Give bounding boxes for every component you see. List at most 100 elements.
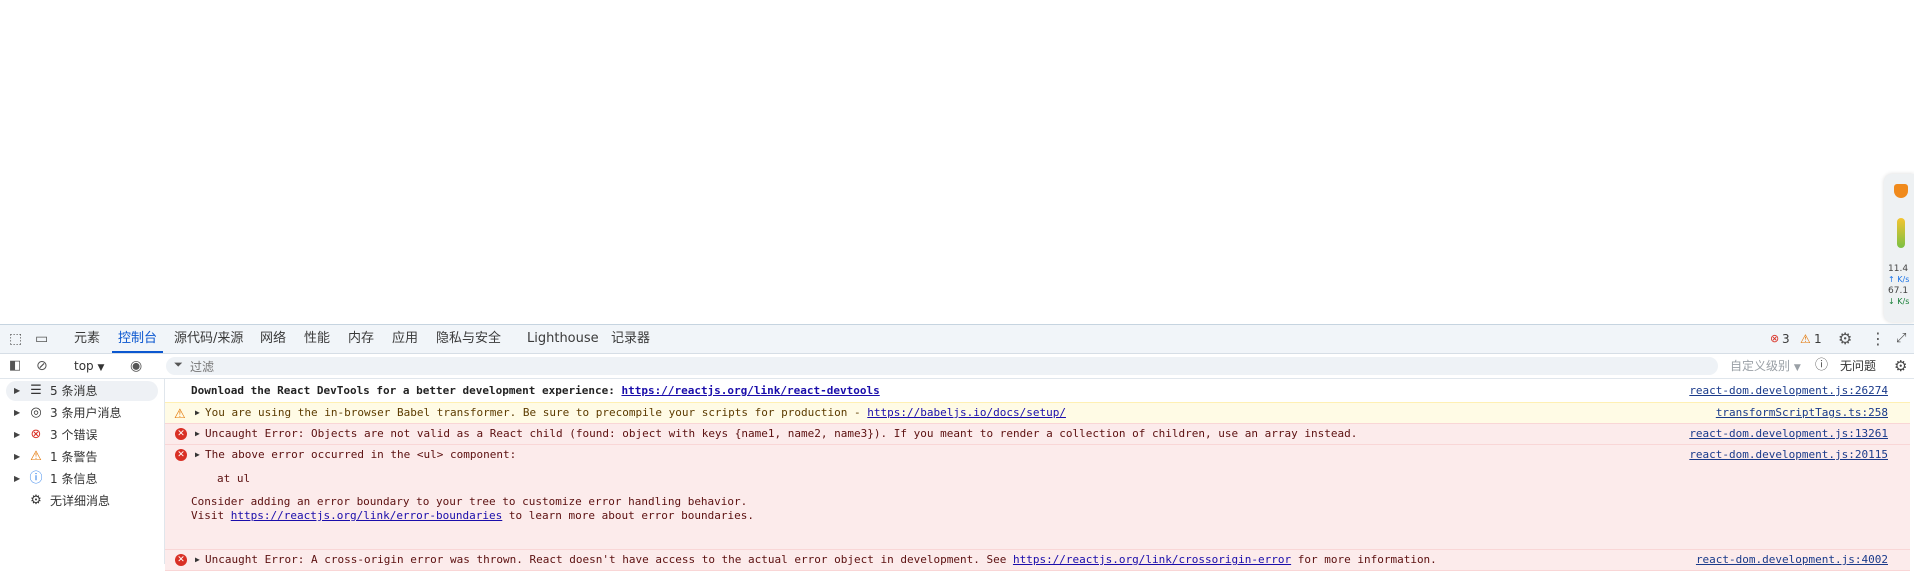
tab-recorder[interactable]: 记录器 (611, 325, 650, 353)
error-boundary-hint: Consider adding an error boundary to you… (191, 495, 748, 508)
chevron-down-icon: ▼ (97, 363, 105, 373)
device-toolbar-icon[interactable]: ▭ (35, 325, 48, 353)
issues-button[interactable]: 无问题 (1840, 354, 1876, 378)
error-icon: ✕ (175, 428, 187, 440)
bug-icon: ⚙ (30, 493, 42, 508)
expand-arrow-icon: ▶ (14, 452, 21, 461)
sidebar-item-label: 5 条消息 (50, 384, 98, 398)
sidebar-item-info[interactable]: ▶ ⓘ 1 条信息 (6, 469, 158, 489)
source-link[interactable]: react-dom.development.js:13261 (1689, 424, 1888, 444)
tab-performance[interactable]: 性能 (304, 325, 330, 353)
console-settings-gear-icon[interactable]: ⚙ (1894, 354, 1907, 378)
console-message-error: ✕ ▶ The above error occurred in the <ul>… (165, 444, 1910, 550)
tab-elements[interactable]: 元素 (74, 325, 100, 353)
expand-arrow-icon: ▶ (14, 386, 21, 395)
sidebar-toggle-icon[interactable]: ◧ (9, 354, 21, 378)
source-link[interactable]: react-dom.development.js:26274 (1689, 381, 1888, 401)
log-levels-label: 自定义级别 (1730, 359, 1791, 373)
list-icon: ☰ (30, 383, 42, 398)
warning-count[interactable]: 1 (1814, 325, 1822, 353)
tab-lighthouse[interactable]: Lighthouse (527, 325, 599, 353)
context-label: top (74, 359, 94, 373)
filter-funnel-icon: ⏷ (174, 358, 183, 371)
tab-console[interactable]: 控制台 (111, 325, 164, 353)
sidebar-item-errors[interactable]: ▶ ⊗ 3 个错误 (6, 425, 158, 445)
message-text: You are using the in-browser Babel trans… (205, 403, 1066, 423)
page-content-area (0, 0, 1914, 324)
warning-count-icon[interactable]: ⚠ (1800, 325, 1811, 353)
filter-input[interactable] (188, 358, 1692, 376)
error-boundaries-link[interactable]: https://reactjs.org/link/error-boundarie… (231, 509, 503, 522)
sidebar-item-user-messages[interactable]: ▶ ◎ 3 条用户消息 (6, 403, 158, 423)
sidebar-item-label: 无详细消息 (50, 494, 111, 508)
stack-trace-line: at ul (217, 472, 251, 485)
message-text-part: Download the React DevTools for a better… (191, 384, 622, 397)
clear-console-icon[interactable]: ⊘ (36, 354, 48, 378)
chevron-down-icon: ▼ (1793, 363, 1801, 373)
message-text-part: to learn more about error boundaries. (502, 509, 754, 522)
sidebar-item-warnings[interactable]: ▶ ⚠ 1 条警告 (6, 447, 158, 467)
expand-arrow-icon: ▶ (14, 408, 21, 417)
network-speed-widget[interactable]: 11.4 ↑ K/s 67.1 ↓ K/s (1884, 174, 1914, 322)
source-link[interactable]: react-dom.development.js:4002 (1696, 550, 1888, 570)
console-message-log: Download the React DevTools for a better… (165, 381, 1910, 401)
message-text-part: Uncaught Error: A cross-origin error was… (205, 553, 1013, 566)
upload-unit: ↑ K/s (1888, 275, 1910, 284)
sidebar-item-label: 3 个错误 (50, 428, 98, 442)
devtools-panel: ⬚ ▭ 元素 控制台 源代码/来源 网络 性能 内存 应用 隐私与安全 Ligh… (0, 324, 1914, 571)
sidebar-item-messages[interactable]: ▶ ☰ 5 条消息 (6, 381, 158, 401)
error-icon: ✕ (175, 449, 187, 461)
console-message-error: ✕ ▶ Uncaught Error: Objects are not vali… (165, 423, 1910, 445)
sidebar-item-label: 1 条信息 (50, 472, 98, 486)
warning-icon: ⚠ (30, 449, 42, 464)
tab-network[interactable]: 网络 (260, 325, 286, 353)
tab-application[interactable]: 应用 (392, 325, 418, 353)
source-link[interactable]: transformScriptTags.ts:258 (1716, 403, 1888, 423)
live-expression-eye-icon[interactable]: ◉ (130, 354, 142, 378)
tab-sources[interactable]: 源代码/来源 (174, 325, 243, 353)
expand-arrow-icon[interactable]: ▶ (195, 550, 200, 570)
download-unit: ↓ K/s (1888, 297, 1910, 306)
console-filterbar: ◧ ⊘ top ▼ ◉ ⏷ 自定义级别 ▼ ⓘ 无问题 ⚙ (0, 354, 1914, 379)
sidebar-item-verbose[interactable]: ⚙ 无详细消息 (6, 491, 158, 511)
log-levels-dropdown[interactable]: 自定义级别 ▼ (1730, 354, 1801, 378)
warning-icon: ⚠ (174, 407, 186, 422)
console-messages: Download the React DevTools for a better… (165, 379, 1914, 571)
upload-speed: 11.4 (1888, 264, 1909, 274)
error-icon: ✕ (175, 554, 187, 566)
message-text: Uncaught Error: A cross-origin error was… (205, 550, 1437, 570)
undock-icon[interactable]: ⤢ (1896, 325, 1906, 353)
babel-setup-link[interactable]: https://babeljs.io/docs/setup/ (867, 406, 1066, 419)
expand-arrow-icon[interactable]: ▶ (195, 403, 200, 423)
info-icon: ⓘ (29, 471, 43, 486)
tab-privacy-security[interactable]: 隐私与安全 (436, 325, 501, 353)
console-sidebar: ▶ ☰ 5 条消息 ▶ ◎ 3 条用户消息 ▶ ⊗ 3 个错误 ▶ ⚠ 1 条警… (0, 379, 165, 564)
source-link[interactable]: react-dom.development.js:20115 (1689, 445, 1888, 465)
error-count[interactable]: 3 (1782, 325, 1790, 353)
more-options-icon[interactable]: ⋮ (1870, 325, 1886, 353)
expand-arrow-icon[interactable]: ▶ (195, 445, 200, 465)
level-bar (1897, 218, 1905, 248)
context-selector[interactable]: top ▼ (74, 354, 104, 378)
message-text-part: for more information. (1291, 553, 1437, 566)
expand-arrow-icon: ▶ (14, 430, 21, 439)
devtools-tabbar: ⬚ ▭ 元素 控制台 源代码/来源 网络 性能 内存 应用 隐私与安全 Ligh… (0, 325, 1914, 354)
settings-gear-icon[interactable]: ⚙ (1838, 325, 1852, 353)
expand-arrow-icon[interactable]: ▶ (195, 424, 200, 444)
console-message-error: ✕ ▶ Uncaught Error: A cross-origin error… (165, 549, 1910, 571)
console-message-warning: ⚠ ▶ You are using the in-browser Babel t… (165, 402, 1910, 424)
shield-icon (1894, 184, 1908, 198)
react-devtools-link[interactable]: https://reactjs.org/link/react-devtools (621, 384, 879, 397)
crossorigin-error-link[interactable]: https://reactjs.org/link/crossorigin-err… (1013, 553, 1291, 566)
error-boundary-visit: Visit https://reactjs.org/link/error-bou… (191, 509, 754, 523)
download-speed: 67.1 (1888, 286, 1909, 296)
filter-box[interactable]: ⏷ (166, 357, 1718, 376)
info-icon[interactable]: ⓘ (1815, 354, 1828, 378)
sidebar-item-label: 1 条警告 (50, 450, 98, 464)
user-icon: ◎ (30, 405, 42, 420)
inspect-element-icon[interactable]: ⬚ (9, 325, 22, 353)
message-text-part: You are using the in-browser Babel trans… (205, 406, 868, 419)
tab-memory[interactable]: 内存 (348, 325, 374, 353)
error-count-icon[interactable]: ⊗ (1770, 325, 1779, 353)
error-icon: ⊗ (30, 427, 42, 442)
